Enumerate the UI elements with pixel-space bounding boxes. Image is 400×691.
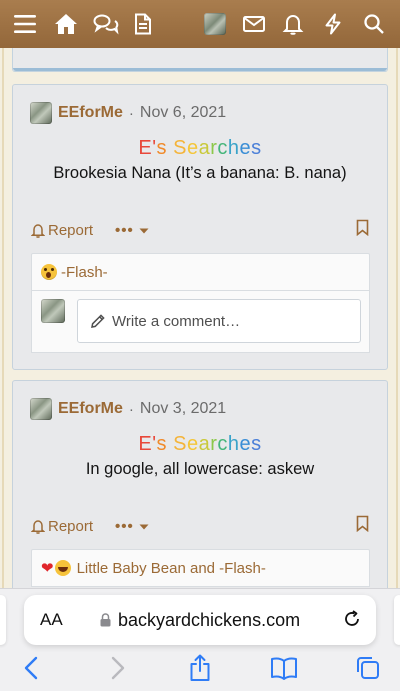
report-label: Report bbox=[48, 518, 94, 535]
more-options-button[interactable]: ••• bbox=[115, 222, 149, 239]
title-letter: s bbox=[156, 433, 168, 455]
title-letter: E bbox=[138, 433, 153, 455]
separator: · bbox=[128, 400, 134, 418]
bell-icon bbox=[31, 520, 45, 534]
post-body: Brookesia Nana (It’s a banana: B. nana) bbox=[53, 164, 347, 182]
title-letter: S bbox=[173, 137, 187, 159]
account-avatar[interactable] bbox=[198, 0, 232, 48]
menu-icon[interactable] bbox=[8, 0, 42, 48]
separator: · bbox=[128, 104, 134, 122]
address-bar[interactable]: AA backyardchickens.com bbox=[24, 595, 376, 645]
mail-icon[interactable] bbox=[237, 0, 271, 48]
bolt-icon[interactable] bbox=[316, 0, 350, 48]
title-letter: E bbox=[138, 137, 153, 159]
report-label: Report bbox=[48, 222, 94, 239]
more-dots: ••• bbox=[115, 518, 134, 535]
title-letter: S bbox=[173, 433, 187, 455]
reactions-list[interactable]: Little Baby Bean and -Flash- bbox=[77, 560, 266, 577]
username[interactable]: EEforMe bbox=[58, 104, 123, 122]
share-icon[interactable] bbox=[183, 653, 217, 683]
post-actions: Report ••• bbox=[31, 222, 149, 239]
comment-row: Write a comment… bbox=[31, 291, 370, 353]
post-date[interactable]: Nov 6, 2021 bbox=[140, 104, 226, 122]
post-card: EEforMe · Nov 6, 2021 E's Searches Brook… bbox=[12, 84, 388, 370]
more-dots: ••• bbox=[115, 222, 134, 239]
username[interactable]: EEforMe bbox=[58, 400, 123, 418]
comment-input[interactable]: Write a comment… bbox=[77, 299, 361, 343]
text-size-button[interactable]: AA bbox=[40, 610, 63, 630]
previous-tab-peek[interactable] bbox=[0, 595, 6, 645]
bookmark-icon[interactable] bbox=[356, 515, 369, 537]
post-header: EEforMe · Nov 3, 2021 bbox=[30, 397, 226, 421]
url-display[interactable]: backyardchickens.com bbox=[100, 610, 300, 631]
more-options-button[interactable]: ••• bbox=[115, 518, 149, 535]
previous-post-card bbox=[12, 48, 388, 72]
reactions-list[interactable]: -Flash- bbox=[61, 264, 108, 281]
avatar[interactable] bbox=[30, 398, 52, 420]
searches-title: E's Searches bbox=[13, 433, 387, 456]
reactions-bar[interactable]: ❤ Little Baby Bean and -Flash- bbox=[31, 549, 370, 587]
search-icon[interactable] bbox=[357, 0, 391, 48]
text-size-label: AA bbox=[40, 610, 63, 629]
report-button[interactable]: Report bbox=[31, 518, 93, 535]
avatar bbox=[41, 299, 65, 323]
post-actions: Report ••• bbox=[31, 518, 149, 535]
title-letter: s bbox=[251, 137, 262, 159]
chat-icon[interactable] bbox=[89, 0, 123, 48]
title-letter: e bbox=[239, 433, 252, 455]
title-letter: c bbox=[217, 137, 228, 159]
comment-placeholder: Write a comment… bbox=[112, 312, 241, 330]
reload-icon[interactable] bbox=[342, 609, 362, 634]
top-navigation bbox=[0, 0, 400, 48]
back-icon[interactable] bbox=[14, 653, 48, 683]
url-text: backyardchickens.com bbox=[118, 609, 301, 630]
bell-icon bbox=[31, 224, 45, 238]
lock-icon bbox=[100, 613, 111, 627]
title-letter: a bbox=[198, 137, 211, 159]
frame-border-right bbox=[396, 48, 398, 588]
bookmark-icon[interactable] bbox=[356, 219, 369, 241]
post-header: EEforMe · Nov 6, 2021 bbox=[30, 101, 226, 125]
report-button[interactable]: Report bbox=[31, 222, 93, 239]
frame-border-left bbox=[2, 48, 4, 588]
bookmarks-icon[interactable] bbox=[267, 653, 301, 683]
pencil-icon bbox=[91, 314, 105, 328]
caret-down-icon bbox=[139, 228, 149, 233]
avatar[interactable] bbox=[30, 102, 52, 124]
post-card: EEforMe · Nov 3, 2021 E's Searches In go… bbox=[12, 380, 388, 610]
laughing-emoji-icon bbox=[54, 560, 71, 576]
home-icon[interactable] bbox=[49, 0, 83, 48]
title-letter: e bbox=[239, 137, 252, 159]
title-letter: s bbox=[251, 433, 262, 455]
caret-down-icon bbox=[139, 524, 149, 529]
surprised-emoji-icon bbox=[41, 264, 57, 280]
bell-icon[interactable] bbox=[276, 0, 310, 48]
title-letter: e bbox=[186, 137, 199, 159]
title-letter: h bbox=[227, 137, 240, 159]
title-letter: e bbox=[186, 433, 199, 455]
searches-title: E's Searches bbox=[13, 137, 387, 160]
reactions-bar[interactable]: -Flash- bbox=[31, 253, 370, 291]
document-icon[interactable] bbox=[126, 0, 160, 48]
post-date[interactable]: Nov 3, 2021 bbox=[140, 400, 226, 418]
title-letter: c bbox=[217, 433, 228, 455]
tabs-icon[interactable] bbox=[351, 653, 385, 683]
title-letter: s bbox=[156, 137, 168, 159]
avatar bbox=[204, 13, 226, 35]
title-letter: a bbox=[198, 433, 211, 455]
forward-icon[interactable] bbox=[101, 653, 135, 683]
post-body: In google, all lowercase: askew bbox=[85, 460, 315, 478]
heart-emoji-icon: ❤ bbox=[41, 560, 54, 577]
title-letter: h bbox=[227, 433, 240, 455]
next-tab-peek[interactable] bbox=[394, 595, 400, 645]
